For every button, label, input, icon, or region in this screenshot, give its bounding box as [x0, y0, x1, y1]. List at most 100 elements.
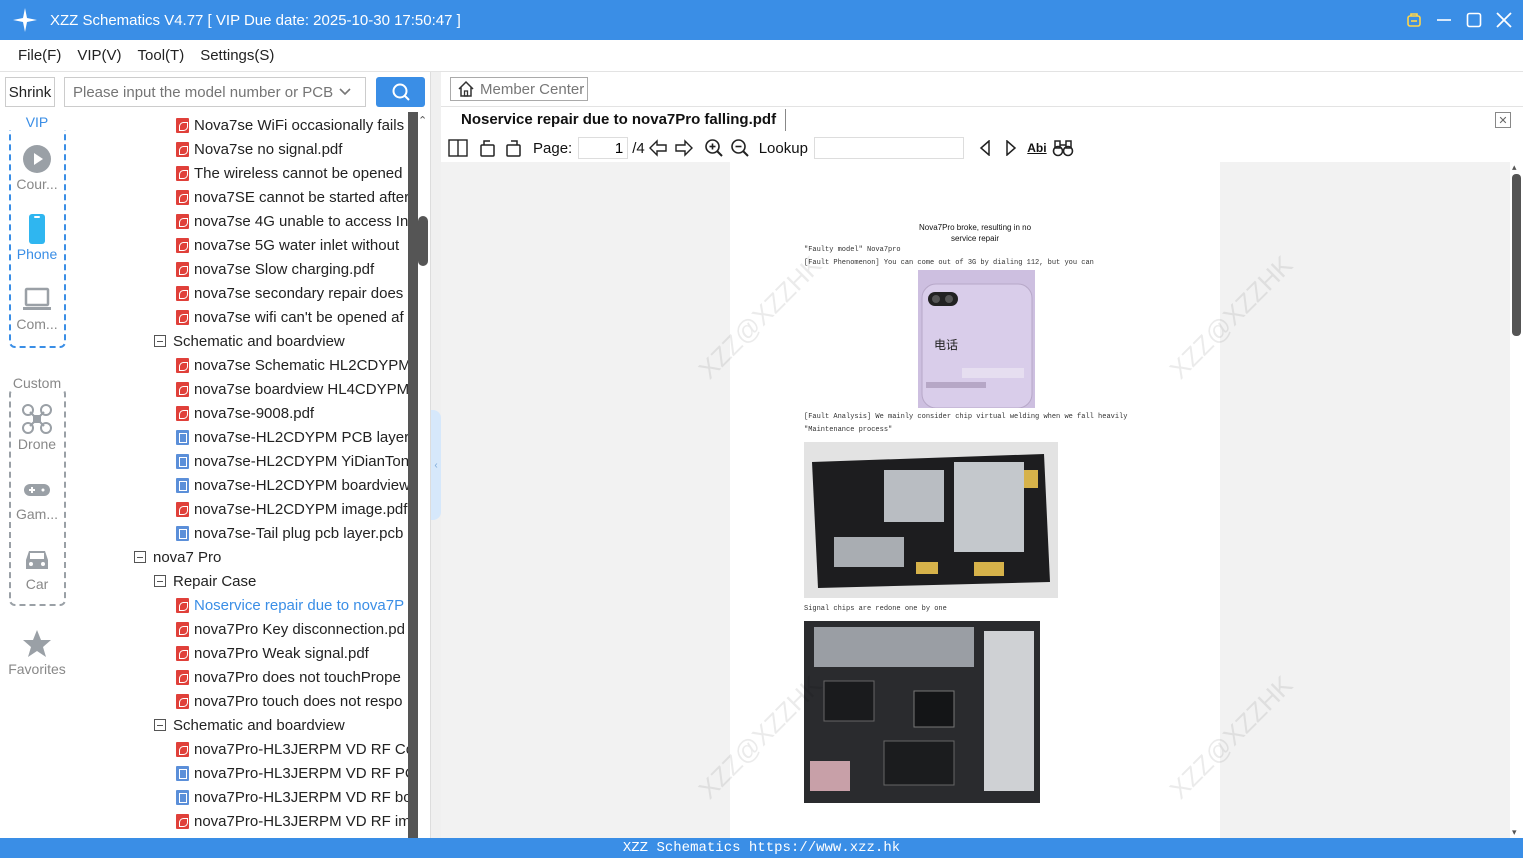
- panel-splitter[interactable]: ‹: [430, 72, 441, 838]
- tree-item-label: nova7se-HL2CDYPM boardview: [194, 476, 408, 494]
- tree-file[interactable]: nova7se Slow charging.pdf: [176, 257, 374, 281]
- pcb-file-icon: [176, 453, 189, 469]
- tree-file[interactable]: nova7se 5G water inlet without: [176, 233, 399, 257]
- tree-item-label: Repair Case: [173, 572, 257, 590]
- tree-file[interactable]: Noservice repair due to nova7P: [176, 593, 404, 617]
- find-all-binoculars-icon[interactable]: [1052, 137, 1074, 159]
- find-prev-icon[interactable]: [974, 137, 996, 159]
- tree-folder[interactable]: Schematic and boardview: [154, 713, 345, 737]
- tree-file[interactable]: Nova7se no signal.pdf: [176, 137, 342, 161]
- collapse-toggle-icon[interactable]: [154, 335, 166, 347]
- tree-file[interactable]: nova7se-HL2CDYPM PCB layer.p: [176, 425, 408, 449]
- document-viewer[interactable]: Nova7Pro broke, resulting in no service …: [441, 162, 1510, 838]
- collapse-toggle-icon[interactable]: [134, 551, 146, 563]
- menu-tool[interactable]: Tool(T): [130, 47, 193, 64]
- tree-file[interactable]: nova7se secondary repair does: [176, 281, 403, 305]
- shrink-button[interactable]: Shrink: [5, 77, 55, 107]
- tree-file[interactable]: nova7Pro touch does not respo: [176, 689, 402, 713]
- collapse-handle[interactable]: ‹: [431, 410, 441, 520]
- model-search-field[interactable]: [64, 77, 366, 107]
- viewer-scroll-thumb[interactable]: [1512, 174, 1521, 336]
- close-icon[interactable]: [1493, 9, 1515, 31]
- tree-folder[interactable]: nova7 Pro: [134, 545, 221, 569]
- zoom-out-icon[interactable]: [729, 137, 751, 159]
- close-tab-icon[interactable]: ✕: [1495, 112, 1511, 128]
- tree-file[interactable]: The wireless cannot be opened: [176, 161, 402, 185]
- tree-scroll-thumb[interactable]: [418, 216, 428, 266]
- tree-folder[interactable]: Repair Case: [154, 569, 256, 593]
- scroll-down-icon[interactable]: ▾: [1512, 827, 1517, 838]
- tree-file[interactable]: nova7Pro does not touchPrope: [176, 665, 401, 689]
- pdf-file-icon: [176, 669, 189, 685]
- tree-file[interactable]: nova7se 4G unable to access Int: [176, 209, 408, 233]
- tree-file[interactable]: nova7Pro Key disconnection.pd: [176, 617, 405, 641]
- tree-file[interactable]: nova7Pro Weak signal.pdf: [176, 641, 369, 665]
- minimize-icon[interactable]: [1433, 9, 1455, 31]
- tree-file[interactable]: nova7se-HL2CDYPM YiDianTon: [176, 449, 408, 473]
- category-computer[interactable]: Com...: [0, 284, 74, 332]
- pdf-page: Nova7Pro broke, resulting in no service …: [693, 162, 1220, 838]
- tree-item-label: nova7se wifi can't be opened af: [194, 308, 404, 326]
- lookup-input[interactable]: [813, 137, 964, 159]
- tab-document[interactable]: Noservice repair due to nova7Pro falling…: [461, 111, 776, 128]
- menu-settings[interactable]: Settings(S): [192, 47, 282, 64]
- document-title: Nova7Pro broke, resulting in no service …: [730, 222, 1220, 244]
- home-icon: [458, 80, 474, 97]
- menu-vip[interactable]: VIP(V): [69, 47, 129, 64]
- category-label: Drone: [17, 436, 57, 452]
- scroll-up-icon[interactable]: ⌃: [418, 114, 427, 127]
- category-courses[interactable]: Cour...: [0, 144, 74, 192]
- tree-scroll-track[interactable]: [408, 112, 418, 838]
- rotate-right-icon[interactable]: [503, 137, 525, 159]
- maximize-icon[interactable]: [1463, 9, 1485, 31]
- chevron-down-icon[interactable]: [338, 85, 352, 100]
- tree-file[interactable]: nova7se Schematic HL2CDYPM.: [176, 353, 408, 377]
- menu-file[interactable]: File(F): [10, 47, 69, 64]
- viewer-scrollbar[interactable]: ▴ ▾: [1510, 162, 1523, 838]
- tree-file[interactable]: nova7se-Tail plug pcb layer.pcb: [176, 521, 403, 545]
- search-button[interactable]: [376, 77, 425, 107]
- zoom-in-icon[interactable]: [703, 137, 725, 159]
- search-input[interactable]: [73, 83, 338, 101]
- page-number-input[interactable]: [578, 137, 629, 159]
- member-center-button[interactable]: Member Center: [450, 77, 588, 101]
- tree-file[interactable]: nova7Pro-HL3JERPM VD RF boa: [176, 785, 408, 809]
- category-car[interactable]: Car: [0, 544, 74, 592]
- tree-scrollbar[interactable]: ⌃: [408, 112, 430, 838]
- signal-chips-text: Signal chips are redone one by one: [804, 605, 947, 613]
- pdf-file-icon: [176, 141, 189, 157]
- category-phone[interactable]: Phone: [0, 214, 74, 262]
- tree-file[interactable]: nova7se-HL2CDYPM boardview: [176, 473, 408, 497]
- tree-folder[interactable]: Schematic and boardview: [154, 329, 345, 353]
- find-next-icon[interactable]: [1000, 137, 1022, 159]
- vip-badge-icon[interactable]: [1403, 9, 1425, 31]
- category-game[interactable]: Gam...: [0, 474, 74, 522]
- tree-file[interactable]: Nova7se WiFi occasionally fails: [176, 113, 404, 137]
- rotate-left-icon[interactable]: [477, 137, 499, 159]
- tree-file[interactable]: nova7Pro-HL3JERPM VD RF Cor: [176, 737, 408, 761]
- collapse-toggle-icon[interactable]: [154, 719, 166, 731]
- category-drone[interactable]: Drone: [0, 404, 74, 452]
- tree-file[interactable]: nova7se boardview HL4CDYPM: [176, 377, 408, 401]
- category-favorites[interactable]: Favorites: [0, 629, 74, 677]
- file-tree: Nova7se WiFi occasionally fails Nova7se n…: [74, 112, 408, 838]
- tree-file[interactable]: nova7se-HL2CDYPM image.pdf: [176, 497, 407, 521]
- match-case-icon[interactable]: Abi: [1026, 137, 1048, 159]
- pcb-file-icon: [176, 477, 189, 493]
- laptop-icon: [23, 287, 51, 310]
- tree-file[interactable]: nova7Pro-HL3JERPM VD RF ima: [176, 809, 408, 833]
- dual-page-icon[interactable]: [447, 137, 469, 159]
- next-page-arrow-icon[interactable]: [673, 137, 695, 159]
- tree-file[interactable]: nova7se wifi can't be opened af: [176, 305, 404, 329]
- tree-file[interactable]: nova7Pro-HL3JERPM VD RF PCI: [176, 761, 408, 785]
- collapse-toggle-icon[interactable]: [154, 575, 166, 587]
- tree-file[interactable]: nova7SE cannot be started after: [176, 185, 408, 209]
- tree-item-label: nova7se secondary repair does: [194, 284, 404, 302]
- tree-file[interactable]: nova7se-9008.pdf: [176, 401, 314, 425]
- tree-item-label: Schematic and boardview: [173, 332, 345, 350]
- scroll-up-icon[interactable]: ▴: [1512, 162, 1517, 173]
- pdf-file-icon: [176, 597, 189, 613]
- prev-page-arrow-icon[interactable]: [647, 137, 669, 159]
- pdf-file-icon: [176, 501, 189, 517]
- tree-item-label: nova7se-HL2CDYPM PCB layer.p: [194, 428, 408, 446]
